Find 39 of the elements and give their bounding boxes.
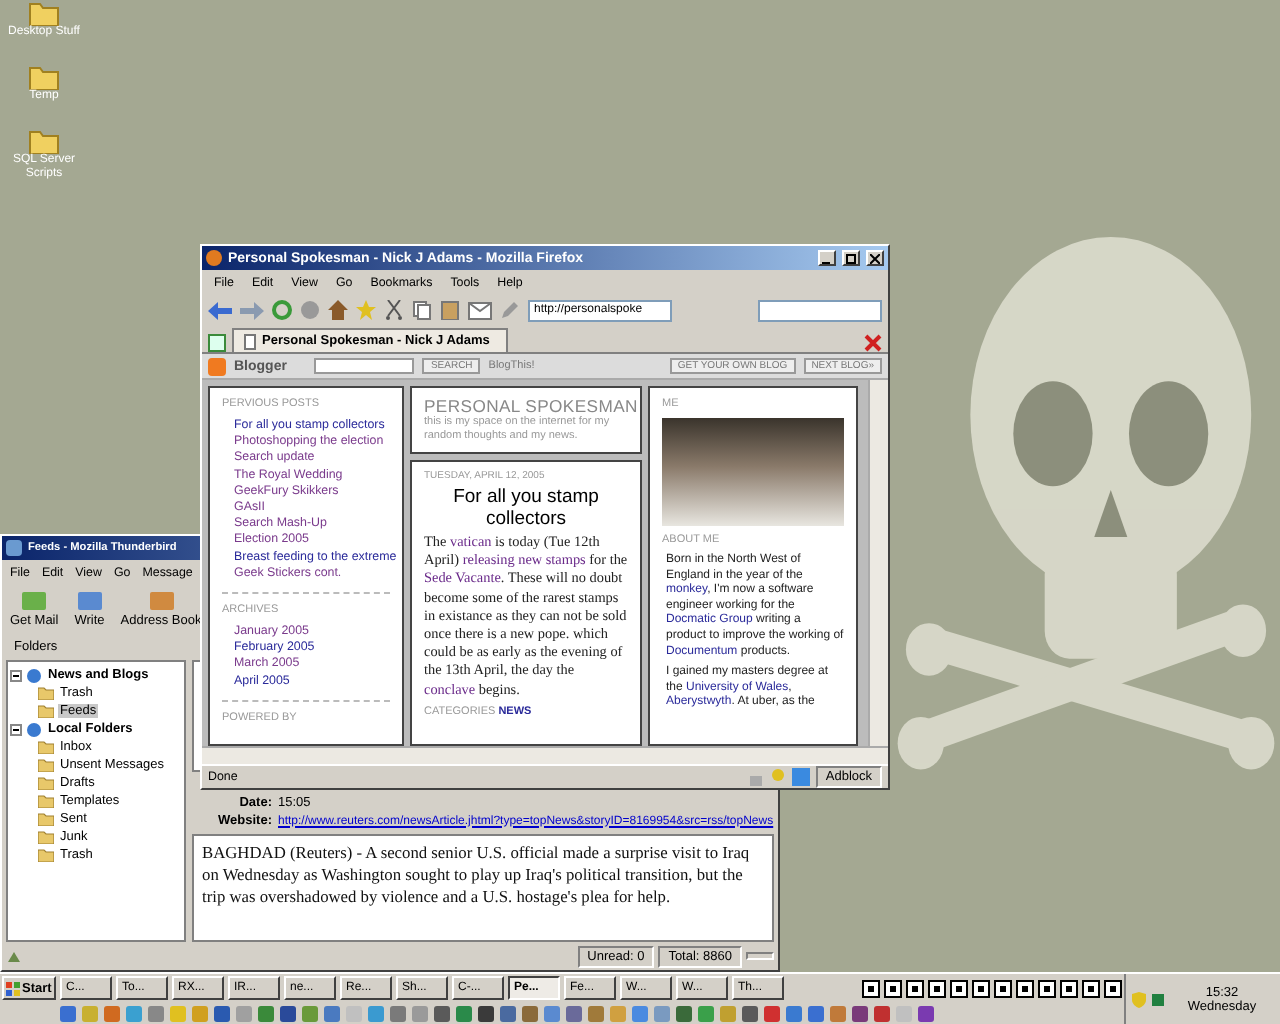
minimize-button[interactable] [818,250,836,266]
browser-app-icon [206,250,222,266]
post-title: For all you stamp collectors [451,486,601,530]
resize-grip[interactable] [746,952,774,960]
copy-icon[interactable] [412,300,432,320]
message-text: BAGHDAD (Reuters) - A second senior U.S. official made a surprise visit to Iraq on Wednesday as Washington sought to play up Iraq's political transition, but the trip was overshadowed by violence and a U.S. hostage's plea for help. [202,842,752,908]
close-button[interactable] [866,250,884,266]
maximize-icon [846,253,856,263]
folder-icon[interactable] [28,64,60,90]
reload-icon[interactable] [272,300,292,320]
scissors-icon[interactable] [384,300,404,320]
tab-list-icon[interactable] [208,334,226,352]
page-icon [244,333,256,349]
account-icon [26,721,42,737]
vertical-scrollbar[interactable] [868,380,888,746]
forward-arrow-icon[interactable] [240,301,264,319]
shield-icon [1132,991,1146,1007]
panel-icon [791,768,810,786]
close-icon[interactable] [864,334,882,352]
account-icon [26,667,42,683]
collapse-icon[interactable] [10,669,22,681]
star-icon[interactable] [356,300,376,320]
close-icon [870,253,880,263]
mail-icon[interactable] [468,301,492,319]
pencil-icon[interactable] [500,300,520,320]
folder-icon[interactable] [27,0,60,26]
folder-icon[interactable] [28,128,60,154]
square-icon [1152,993,1164,1005]
windows-logo-icon [6,981,20,995]
home-icon[interactable] [328,300,348,320]
collapse-icon[interactable] [10,723,22,735]
back-arrow-icon[interactable] [208,301,232,319]
horizontal-scrollbar[interactable] [202,746,888,764]
status-icon [6,948,24,964]
mail-app-icon [6,540,22,556]
blogger-logo-icon [208,357,226,375]
blog-search-field[interactable] [314,358,415,374]
search-field[interactable] [758,299,882,321]
maximize-button[interactable] [842,250,860,266]
